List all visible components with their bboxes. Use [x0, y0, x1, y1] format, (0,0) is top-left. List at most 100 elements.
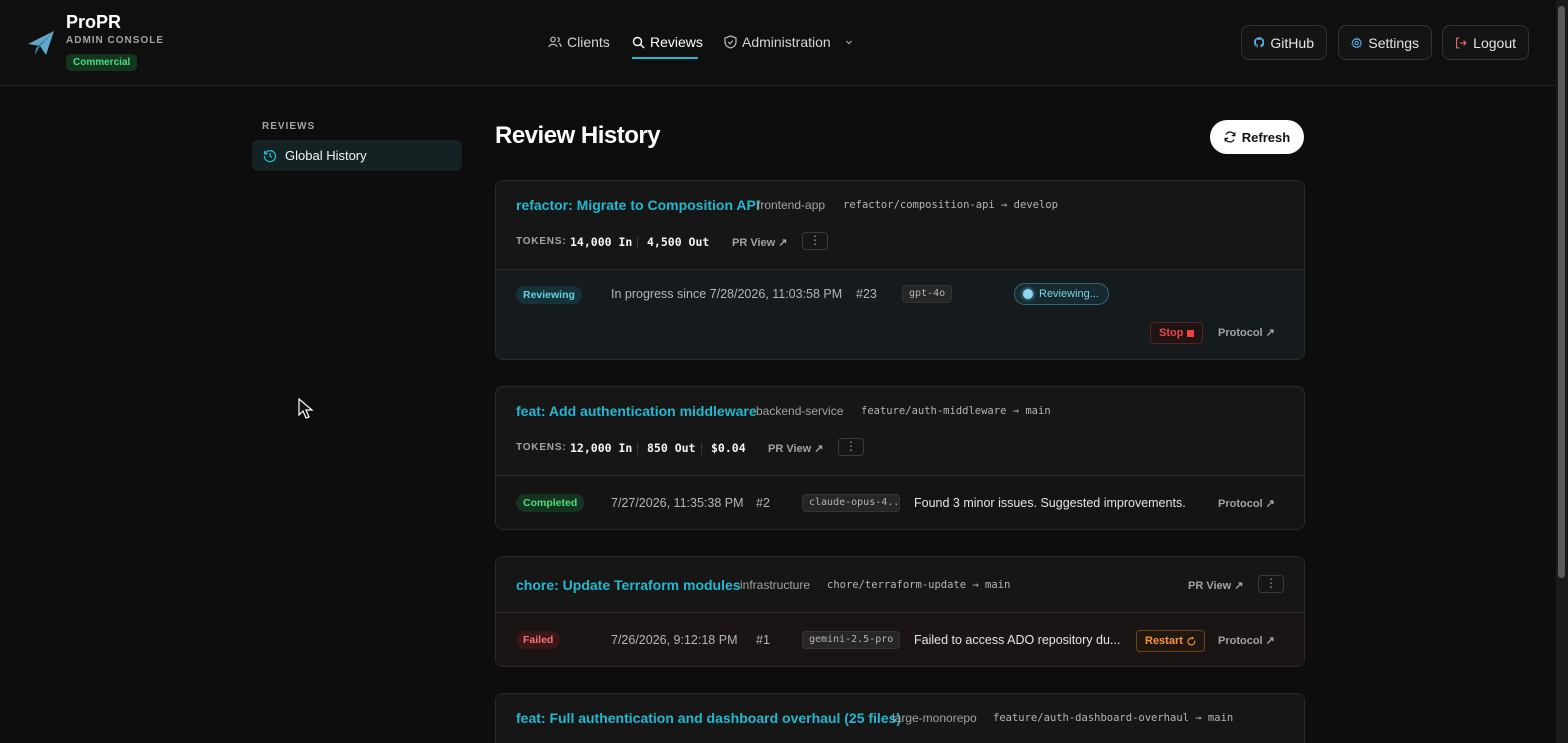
stop-square-icon — [1187, 329, 1195, 337]
pr-title-link[interactable]: feat: Full authentication and dashboard … — [516, 710, 901, 726]
github-icon — [1254, 37, 1265, 48]
brand-name: ProPR — [66, 12, 122, 32]
review-card-run: Completed 7/27/2026, 11:35:38 PM #2 clau… — [496, 475, 1304, 529]
pr-title-link[interactable]: refactor: Migrate to Composition API — [516, 197, 760, 213]
review-card-header: feat: Add authentication middleware back… — [496, 387, 1304, 475]
reviewing-progress-pill: Reviewing... — [1014, 283, 1109, 305]
paper-plane-logo-icon — [28, 31, 54, 55]
more-options-icon[interactable]: ⋮ — [802, 232, 828, 250]
repo-name: backend-service — [756, 404, 844, 418]
brand-subtitle: ADMIN CONSOLE — [66, 35, 164, 46]
protocol-link[interactable]: Protocol ↗ — [1218, 497, 1275, 510]
branch-info: feature/auth-dashboard-overhaul → main — [993, 712, 1234, 724]
model-tag: claude-opus-4... — [802, 494, 900, 512]
pr-title-link[interactable]: feat: Add authentication middleware — [516, 403, 757, 419]
logout-button[interactable]: Logout — [1442, 25, 1529, 60]
tokens-label: TOKENS: — [516, 442, 567, 453]
review-card-header: feat: Full authentication and dashboard … — [496, 694, 1304, 743]
mouse-cursor-icon — [298, 398, 314, 419]
pr-view-link[interactable]: PR View ↗ — [768, 442, 823, 455]
tokens-in: 12,000 In — [570, 441, 633, 455]
run-number: #2 — [756, 496, 770, 510]
protocol-link[interactable]: Protocol ↗ — [1218, 326, 1275, 339]
reviewing-pill-label: Reviewing... — [1039, 288, 1099, 300]
repo-name: frontend-app — [757, 198, 826, 212]
status-badge: Completed — [516, 494, 585, 512]
review-card: feat: Add authentication middleware back… — [495, 386, 1305, 530]
token-separator — [637, 443, 638, 455]
error-summary: Failed to access ADO repository du... — [914, 633, 1121, 647]
nav-administration[interactable]: Administration — [724, 30, 854, 54]
status-badge: Reviewing — [516, 286, 582, 304]
pr-view-link[interactable]: PR View ↗ — [1188, 579, 1243, 592]
tokens-out: 4,500 Out — [647, 235, 710, 249]
review-card: feat: Full authentication and dashboard … — [495, 693, 1305, 743]
review-card-run: Reviewing In progress since 7/28/2026, 1… — [496, 269, 1304, 359]
active-tab-indicator — [632, 57, 698, 59]
branch-info: refactor/composition-api → develop — [843, 199, 1058, 211]
refresh-button[interactable]: Refresh — [1210, 120, 1304, 154]
pr-title-link[interactable]: chore: Update Terraform modules — [516, 577, 741, 593]
github-button[interactable]: GitHub — [1241, 25, 1327, 60]
more-options-icon[interactable]: ⋮ — [838, 438, 864, 456]
scrollbar-thumb[interactable] — [1558, 6, 1565, 578]
page-scrollbar[interactable] — [1556, 0, 1568, 743]
search-icon — [632, 36, 645, 48]
refresh-label: Refresh — [1241, 129, 1291, 145]
status-badge: Failed — [516, 631, 561, 649]
pulse-indicator-icon — [1023, 289, 1033, 299]
gear-icon — [1351, 36, 1363, 48]
review-card: chore: Update Terraform modules infrastr… — [495, 556, 1305, 667]
run-timestamp: In progress since 7/28/2026, 11:03:58 PM — [611, 287, 843, 301]
sidebar-item-global-history[interactable]: Global History — [252, 140, 462, 171]
stop-button[interactable]: Stop — [1150, 322, 1204, 344]
nav-clients-label: Clients — [567, 34, 610, 50]
restart-label: Restart — [1145, 635, 1183, 647]
users-icon — [548, 36, 562, 48]
restart-icon — [1187, 636, 1196, 645]
stop-label: Stop — [1159, 327, 1184, 339]
branch-info: feature/auth-middleware → main — [861, 405, 1051, 417]
nav-reviews-label: Reviews — [650, 34, 703, 50]
review-summary: Found 3 minor issues. Suggested improvem… — [914, 496, 1186, 510]
model-tag: gpt-4o — [902, 285, 953, 303]
repo-name: infrastructure — [740, 578, 811, 592]
run-timestamp: 7/27/2026, 11:35:38 PM — [611, 496, 744, 510]
restart-button[interactable]: Restart — [1136, 630, 1205, 652]
cost-value: $0.04 — [711, 441, 746, 455]
nav-administration-label: Administration — [742, 34, 831, 50]
shield-icon — [724, 35, 737, 49]
nav-clients[interactable]: Clients — [548, 30, 610, 54]
tokens-in: 14,000 In — [570, 235, 633, 249]
protocol-link[interactable]: Protocol ↗ — [1218, 634, 1275, 647]
model-tag: gemini-2.5-pro — [802, 631, 901, 649]
logout-label: Logout — [1473, 34, 1516, 51]
review-card-header: refactor: Migrate to Composition API fro… — [496, 181, 1304, 269]
sidebar-item-label: Global History — [285, 148, 367, 163]
top-header: ProPR ADMIN CONSOLE Commercial Clients R… — [0, 0, 1556, 86]
run-number: #23 — [856, 287, 877, 301]
settings-label: Settings — [1368, 34, 1419, 51]
token-separator — [701, 443, 702, 455]
settings-button[interactable]: Settings — [1338, 25, 1432, 60]
review-card: refactor: Migrate to Composition API fro… — [495, 180, 1305, 360]
review-card-run: Failed 7/26/2026, 9:12:18 PM #1 gemini-2… — [496, 612, 1304, 666]
repo-name: large-monorepo — [892, 711, 977, 725]
logout-icon — [1456, 37, 1467, 48]
tokens-out: 850 Out — [647, 441, 696, 455]
review-card-header: chore: Update Terraform modules infrastr… — [496, 557, 1304, 612]
page-title: Review History — [495, 122, 661, 149]
refresh-icon — [1224, 131, 1236, 143]
sidebar-section-title: REVIEWS — [262, 121, 316, 132]
run-number: #1 — [756, 633, 770, 647]
nav-reviews[interactable]: Reviews — [632, 30, 703, 54]
github-label: GitHub — [1270, 34, 1314, 51]
run-timestamp: 7/26/2026, 9:12:18 PM — [611, 633, 738, 647]
branch-info: chore/terraform-update → main — [827, 579, 1011, 591]
pr-view-link[interactable]: PR View ↗ — [732, 236, 787, 249]
tokens-label: TOKENS: — [516, 236, 567, 247]
more-options-icon[interactable]: ⋮ — [1258, 575, 1284, 593]
token-separator — [637, 237, 638, 249]
history-icon — [263, 149, 277, 162]
chevron-down-icon — [845, 40, 852, 45]
